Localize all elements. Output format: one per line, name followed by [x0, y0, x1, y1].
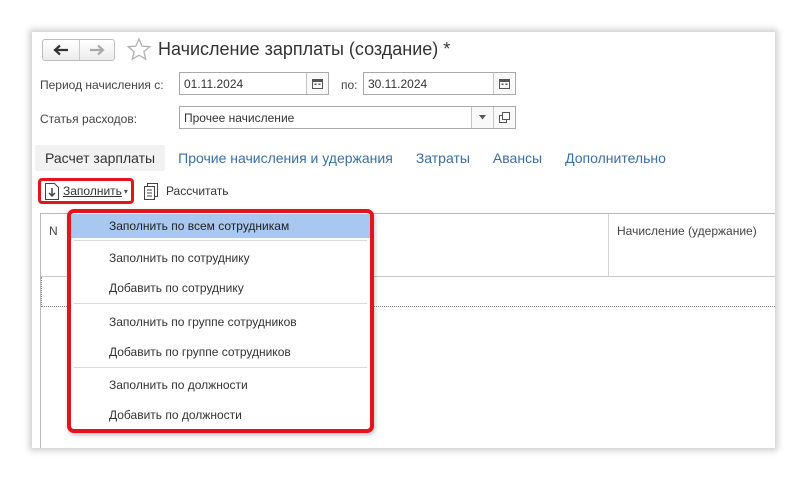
- period-from-value: 01.11.2024: [184, 76, 244, 91]
- expense-field[interactable]: Прочее начисление: [179, 106, 516, 129]
- forward-button[interactable]: [78, 40, 115, 60]
- column-header-accrual[interactable]: Начисление (удержание): [617, 224, 757, 238]
- menu-divider: [74, 367, 367, 368]
- period-to-field[interactable]: 30.11.2024: [363, 72, 516, 95]
- tab-other-accruals[interactable]: Прочие начисления и удержания: [168, 145, 403, 171]
- fill-button-label: Заполнить: [63, 184, 122, 198]
- page-title: Начисление зарплаты (создание) *: [158, 39, 451, 59]
- back-button[interactable]: [43, 40, 79, 60]
- chevron-down-icon: [479, 115, 486, 120]
- tab-costs[interactable]: Затраты: [406, 145, 480, 171]
- open-button[interactable]: [493, 107, 515, 128]
- period-to-label: по:: [341, 78, 358, 92]
- menu-item-fill-by-employee[interactable]: Заполнить по сотруднику: [71, 246, 370, 270]
- expense-label: Статья расходов:: [40, 112, 138, 126]
- tab-advances[interactable]: Авансы: [483, 145, 552, 171]
- calendar-button[interactable]: [306, 73, 328, 94]
- calculate-button-label: Рассчитать: [165, 184, 229, 198]
- favorite-star-icon[interactable]: [126, 37, 152, 63]
- calendar-button[interactable]: [493, 73, 515, 94]
- calendar-icon: [499, 79, 510, 89]
- tab-additional[interactable]: Дополнительно: [555, 145, 676, 171]
- dropdown-button[interactable]: [471, 107, 493, 128]
- nav-buttons: [42, 39, 115, 61]
- fill-document-icon: [45, 182, 59, 200]
- period-from-field[interactable]: 01.11.2024: [179, 72, 329, 95]
- toolbar: Заполнить ▾ Рассчитать: [38, 178, 229, 204]
- open-icon: [499, 112, 510, 123]
- menu-divider: [74, 240, 367, 241]
- menu-item-fill-by-position[interactable]: Заполнить по должности: [71, 373, 370, 397]
- arrow-right-icon: [89, 44, 105, 56]
- menu-item-fill-by-group[interactable]: Заполнить по группе сотрудников: [71, 310, 370, 334]
- menu-item-add-by-employee[interactable]: Добавить по сотруднику: [71, 276, 370, 300]
- menu-divider: [74, 303, 367, 304]
- tab-bar: Расчет зарплаты Прочие начисления и удер…: [35, 145, 679, 171]
- calculate-icon: [143, 182, 158, 200]
- column-divider: [608, 214, 609, 277]
- chevron-down-icon: ▾: [123, 186, 128, 196]
- arrow-left-icon: [53, 44, 68, 56]
- menu-item-fill-all-employees[interactable]: Заполнить по всем сотрудникам: [71, 214, 370, 238]
- expense-value: Прочее начисление: [184, 110, 295, 125]
- menu-item-add-by-group[interactable]: Добавить по группе сотрудников: [71, 340, 370, 364]
- menu-item-add-by-position[interactable]: Добавить по должности: [71, 403, 370, 427]
- column-header-n[interactable]: N: [49, 224, 58, 238]
- calculate-button[interactable]: Рассчитать: [143, 182, 229, 200]
- fill-button[interactable]: Заполнить ▾: [38, 178, 134, 204]
- period-from-label: Период начисления с:: [40, 78, 164, 92]
- calendar-icon: [312, 79, 323, 89]
- period-to-value: 30.11.2024: [368, 76, 428, 91]
- fill-dropdown-menu: Заполнить по всем сотрудникам Заполнить …: [67, 209, 374, 433]
- tab-salary-calc[interactable]: Расчет зарплаты: [35, 145, 166, 171]
